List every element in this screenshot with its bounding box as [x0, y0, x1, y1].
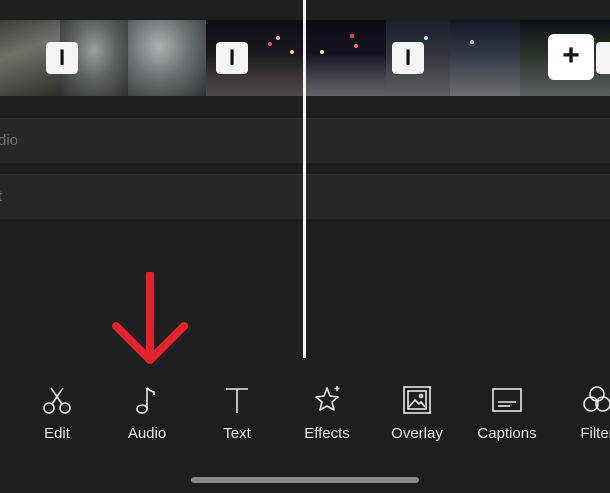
add-clip-button[interactable]: +	[548, 34, 594, 80]
text-icon	[226, 388, 248, 413]
transition-button[interactable]: I	[392, 42, 424, 74]
bottom-toolbar: Edit Audio Text Effects Overlay Captions…	[0, 383, 610, 453]
clip-thumbnail[interactable]	[306, 20, 386, 96]
playhead[interactable]	[303, 0, 306, 358]
picture-overlay-icon	[403, 386, 431, 414]
text-button[interactable]: Text	[197, 383, 277, 442]
music-note-icon	[136, 387, 155, 414]
captions-icon	[492, 388, 522, 412]
overlay-button[interactable]: Overlay	[377, 383, 457, 442]
home-indicator[interactable]	[191, 477, 419, 483]
transition-button[interactable]: I	[596, 42, 610, 74]
clip-thumbnail[interactable]	[128, 20, 206, 96]
filter-button[interactable]: Filter	[557, 383, 610, 442]
audio-button[interactable]: Audio	[107, 383, 187, 442]
audio-label: Audio	[127, 425, 167, 442]
filter-label: Filter	[580, 425, 610, 442]
effects-label: Effects	[304, 425, 350, 442]
sparkle-star-icon	[315, 386, 340, 411]
captions-label: Captions	[477, 425, 537, 442]
edit-button[interactable]: Edit	[17, 383, 97, 442]
captions-button[interactable]: Captions	[467, 383, 547, 442]
edit-label: Edit	[44, 425, 70, 442]
filter-circles-icon	[583, 386, 610, 412]
audio-track-label: dio	[0, 132, 19, 149]
overlay-label: Overlay	[391, 425, 443, 442]
transition-button[interactable]: I	[216, 42, 248, 74]
transition-button[interactable]: I	[46, 42, 78, 74]
clip-thumbnail[interactable]	[450, 20, 520, 96]
scissors-icon	[43, 387, 71, 414]
text-label: Text	[223, 425, 251, 442]
annotation-arrow-icon	[112, 272, 188, 364]
effects-button[interactable]: Effects	[287, 383, 367, 442]
text-track-label: t	[0, 188, 3, 205]
